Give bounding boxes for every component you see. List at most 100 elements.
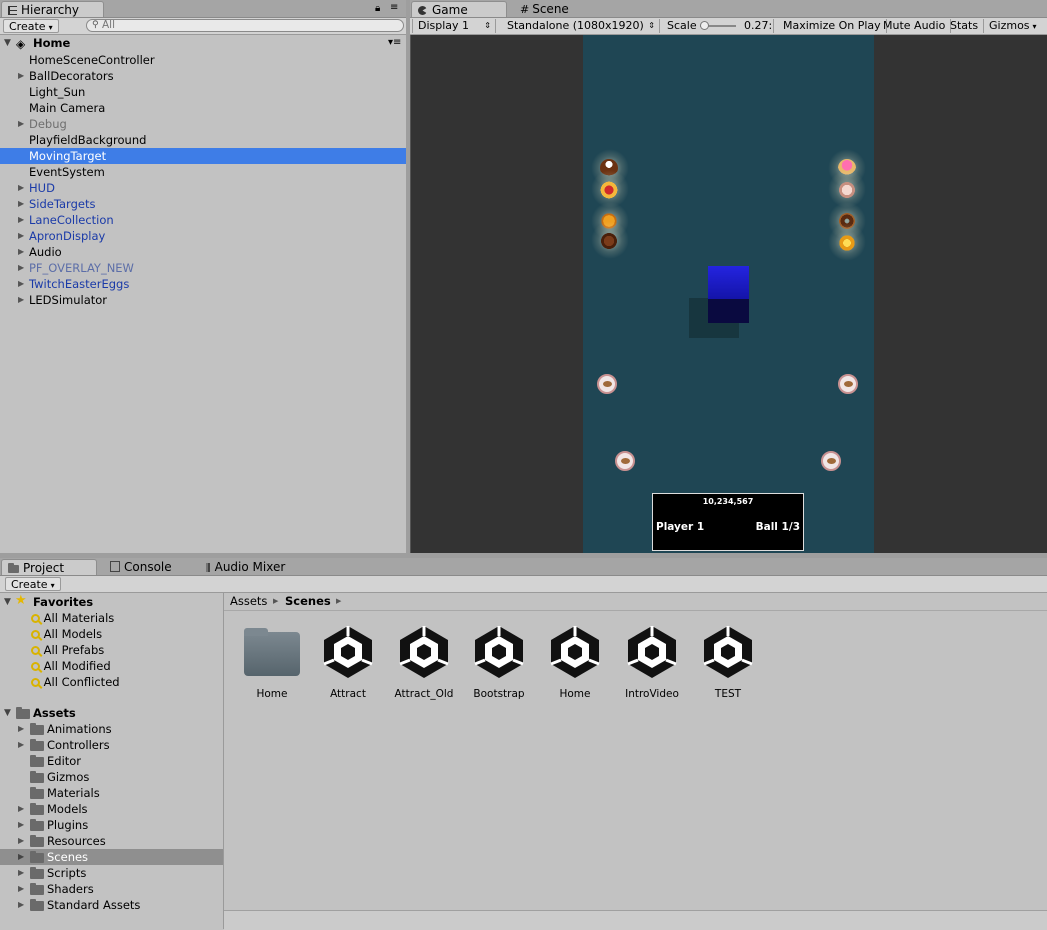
expand-arrow-icon[interactable]: ▼ bbox=[4, 705, 11, 721]
project-folder-tree: ▼ ★ Favorites All Materials All Models A… bbox=[0, 593, 224, 929]
gizmos-dropdown[interactable]: Gizmos bbox=[984, 19, 1042, 33]
lock-icon[interactable]: 🔒︎ bbox=[375, 3, 380, 14]
hierarchy-item[interactable]: Light_Sun bbox=[0, 84, 406, 100]
collapse-arrow-icon[interactable]: ▶ bbox=[18, 881, 24, 897]
hierarchy-item[interactable]: Main Camera bbox=[0, 100, 406, 116]
scene-row-home[interactable]: ▼ ◈ Home ▾≡ bbox=[0, 35, 406, 51]
collapse-arrow-icon[interactable]: ▶ bbox=[18, 292, 24, 308]
tab-project[interactable]: Project bbox=[1, 559, 97, 575]
maximize-on-play-toggle[interactable]: Maximize On Play bbox=[778, 19, 887, 33]
folder-item[interactable]: ▶ Controllers bbox=[0, 737, 223, 753]
tab-console[interactable]: Console bbox=[104, 559, 180, 575]
stats-toggle[interactable]: Stats bbox=[945, 19, 985, 33]
folder-icon bbox=[30, 851, 44, 863]
mute-audio-toggle[interactable]: Mute Audio bbox=[878, 19, 952, 33]
lane-target-icon bbox=[821, 451, 841, 471]
collapse-arrow-icon[interactable]: ▶ bbox=[18, 68, 24, 84]
hierarchy-item[interactable]: EventSystem bbox=[0, 164, 406, 180]
project-create-button[interactable]: Create bbox=[5, 577, 61, 591]
panel-menu-icon[interactable]: ≡ bbox=[390, 2, 398, 13]
folder-icon bbox=[30, 899, 44, 911]
collapse-arrow-icon[interactable]: ▶ bbox=[18, 260, 24, 276]
folder-item[interactable]: ▶ Models bbox=[0, 801, 223, 817]
folder-tab-icon bbox=[8, 563, 19, 573]
favorite-item[interactable]: All Materials bbox=[31, 610, 114, 626]
collapse-arrow-icon[interactable]: ▶ bbox=[18, 276, 24, 292]
collapse-arrow-icon[interactable]: ▶ bbox=[18, 212, 24, 228]
collapse-arrow-icon[interactable]: ▶ bbox=[18, 737, 24, 753]
breadcrumb-scenes[interactable]: Scenes bbox=[285, 593, 331, 610]
hierarchy-item[interactable]: ▶ LaneCollection bbox=[0, 212, 406, 228]
unity-scene-icon: ◈ bbox=[16, 37, 26, 51]
game-tabstrip: Game # Scene bbox=[410, 0, 1047, 18]
folder-item[interactable]: ▶ Animations bbox=[0, 721, 223, 737]
collapse-arrow-icon[interactable]: ▶ bbox=[18, 196, 24, 212]
hierarchy-item[interactable]: ▶ Audio bbox=[0, 244, 406, 260]
collapse-arrow-icon[interactable]: ▶ bbox=[18, 865, 24, 881]
hierarchy-item[interactable]: ▶ ApronDisplay bbox=[0, 228, 406, 244]
folder-item[interactable]: ▶ Shaders bbox=[0, 881, 223, 897]
tab-audio-mixer[interactable]: ⫼ Audio Mixer bbox=[200, 559, 293, 575]
favorite-item[interactable]: All Conflicted bbox=[31, 674, 120, 690]
folder-item[interactable]: ▶ Scripts bbox=[0, 865, 223, 881]
hierarchy-item-selected[interactable]: MovingTarget bbox=[0, 148, 406, 164]
folder-item[interactable]: Editor bbox=[0, 753, 223, 769]
favorite-item[interactable]: All Models bbox=[31, 626, 102, 642]
favorite-item[interactable]: All Prefabs bbox=[31, 642, 104, 658]
hierarchy-item[interactable]: ▶ PF_OVERLAY_NEW bbox=[0, 260, 406, 276]
hierarchy-search-field[interactable]: ⚲ All bbox=[86, 19, 404, 32]
collapse-arrow-icon[interactable]: ▶ bbox=[18, 721, 24, 737]
game-viewport[interactable]: 10,234,567 Player 1 Ball 1/3 bbox=[410, 35, 1047, 553]
folder-item[interactable]: ▶ Resources bbox=[0, 833, 223, 849]
hierarchy-tabstrip: Hierarchy 🔒︎ ≡ bbox=[0, 0, 406, 18]
hierarchy-item[interactable]: ▶ HUD bbox=[0, 180, 406, 196]
hierarchy-item[interactable]: ▶ LEDSimulator bbox=[0, 292, 406, 308]
tab-scene[interactable]: # Scene bbox=[514, 1, 577, 17]
folder-item[interactable]: ▶ Standard Assets bbox=[0, 897, 223, 913]
search-icon: ⚲ bbox=[92, 20, 99, 30]
hierarchy-item[interactable]: ▶ SideTargets bbox=[0, 196, 406, 212]
unity-scene-icon bbox=[474, 626, 524, 678]
scene-menu-icon[interactable]: ▾≡ bbox=[388, 35, 401, 51]
hierarchy-item[interactable]: PlayfieldBackground bbox=[0, 132, 406, 148]
display-select[interactable]: Display 1 ⇕ bbox=[412, 19, 496, 33]
resolution-select[interactable]: Standalone (1080x1920) ⇕ bbox=[502, 19, 660, 33]
folder-item[interactable]: Gizmos bbox=[0, 769, 223, 785]
side-target-icon bbox=[838, 374, 858, 394]
breadcrumb-assets[interactable]: Assets bbox=[230, 593, 267, 610]
scale-slider-thumb[interactable] bbox=[700, 21, 709, 30]
collapse-arrow-icon[interactable]: ▶ bbox=[18, 180, 24, 196]
hierarchy-list-icon bbox=[8, 6, 17, 15]
hierarchy-item[interactable]: ▶ TwitchEasterEggs bbox=[0, 276, 406, 292]
hierarchy-create-button[interactable]: Create bbox=[3, 19, 59, 33]
folder-item[interactable]: ▶ Plugins bbox=[0, 817, 223, 833]
collapse-arrow-icon[interactable]: ▶ bbox=[18, 244, 24, 260]
expand-arrow-icon[interactable]: ▼ bbox=[4, 35, 11, 51]
collapse-arrow-icon[interactable]: ▶ bbox=[18, 801, 24, 817]
expand-arrow-icon[interactable]: ▼ bbox=[4, 594, 11, 610]
moving-target-cube[interactable] bbox=[708, 266, 749, 299]
collapse-arrow-icon[interactable]: ▶ bbox=[18, 849, 24, 865]
collapse-arrow-icon[interactable]: ▶ bbox=[18, 116, 24, 132]
hierarchy-item[interactable]: HomeSceneController bbox=[0, 52, 406, 68]
collapse-arrow-icon[interactable]: ▶ bbox=[18, 228, 24, 244]
chocolate-icon bbox=[600, 232, 618, 250]
collapse-arrow-icon[interactable]: ▶ bbox=[18, 817, 24, 833]
folder-icon bbox=[30, 867, 44, 879]
hierarchy-item[interactable]: ▶ BallDecorators bbox=[0, 68, 406, 84]
folder-item[interactable]: Materials bbox=[0, 785, 223, 801]
folder-item-selected[interactable]: ▶ Scenes bbox=[0, 849, 223, 865]
asset-footer-bar bbox=[224, 910, 1047, 930]
hierarchy-item[interactable]: ▶ Debug bbox=[0, 116, 406, 132]
side-target-icon bbox=[597, 374, 617, 394]
folder-icon bbox=[30, 803, 44, 815]
tab-game[interactable]: Game bbox=[411, 1, 507, 17]
tab-hierarchy[interactable]: Hierarchy bbox=[1, 1, 104, 17]
folder-icon bbox=[30, 835, 44, 847]
search-placeholder: All bbox=[102, 19, 116, 31]
favorite-item[interactable]: All Modified bbox=[31, 658, 111, 674]
unity-scene-icon bbox=[323, 626, 373, 678]
pacman-icon bbox=[418, 6, 427, 15]
collapse-arrow-icon[interactable]: ▶ bbox=[18, 897, 24, 913]
collapse-arrow-icon[interactable]: ▶ bbox=[18, 833, 24, 849]
